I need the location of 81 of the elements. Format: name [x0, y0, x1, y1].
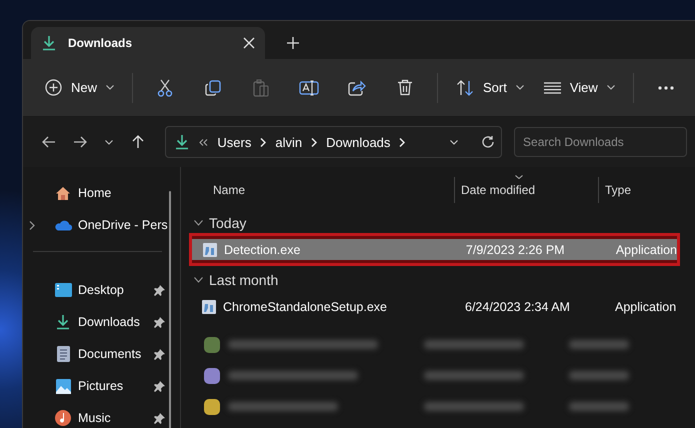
download-icon: [174, 134, 190, 150]
chevron-icon: [311, 138, 318, 146]
file-type: Application: [614, 242, 677, 256]
column-header[interactable]: Date modified: [454, 177, 598, 203]
sidebar-item[interactable]: Pictures: [23, 370, 168, 402]
pin-icon[interactable]: [154, 380, 165, 392]
breadcrumb[interactable]: Users: [217, 134, 252, 150]
search-field[interactable]: Search Downloads: [514, 127, 688, 157]
date-modified: 6/24/2023 2:34 AM: [464, 300, 571, 314]
sidebar-label: OneDrive - Pers: [78, 218, 168, 232]
download-icon: [41, 35, 57, 51]
date-modified: 7/9/2023 2:26 PM: [464, 242, 566, 256]
app-icon: [201, 298, 217, 314]
caret-icon: [450, 140, 458, 144]
sidebar-label: Documents: [78, 347, 142, 361]
close-icon[interactable]: [243, 37, 255, 49]
desktop-icon: [54, 283, 72, 297]
file-name: ChromeStandaloneSetup.exe: [223, 300, 388, 314]
music-icon: [55, 410, 71, 426]
clipboard-icon: [253, 78, 270, 96]
rename-icon: [299, 80, 320, 96]
expand-chevron-icon[interactable]: [29, 220, 35, 230]
sidebar-label: Music: [78, 411, 112, 425]
copy-icon: [205, 80, 222, 96]
more-icon: [658, 86, 674, 90]
cut-icon: [157, 78, 174, 96]
trash-icon: [397, 79, 414, 96]
sidebar-label: Downloads: [78, 315, 141, 329]
document-icon: [56, 346, 70, 362]
sidebar-item[interactable]: Desktop: [23, 274, 168, 306]
chevron-icon: [399, 138, 406, 146]
column-header[interactable]: Type: [598, 177, 695, 203]
list-view-icon: [544, 82, 561, 94]
pin-icon[interactable]: [154, 412, 165, 424]
share-icon: [348, 80, 366, 96]
plus-circle-icon: [45, 79, 62, 96]
caret-icon: [106, 85, 114, 90]
caret-icon: [516, 85, 524, 90]
sidebar-label: Home: [78, 186, 112, 200]
file-type: Application: [614, 300, 676, 314]
view-button[interactable]: View: [534, 70, 625, 106]
scrollbar[interactable]: [169, 191, 171, 428]
file-row[interactable]: Detection.exe 7/9/2023 2:26 PM Application: [192, 239, 677, 260]
sidebar-item[interactable]: OneDrive - Pers: [23, 209, 168, 241]
group-header[interactable]: Last month: [189, 270, 695, 290]
chevron-icon: [260, 138, 266, 146]
pin-icon[interactable]: [154, 348, 165, 360]
overflow-chevron-icon: [199, 138, 208, 146]
tab[interactable]: Downloads: [31, 27, 265, 59]
breadcrumb[interactable]: Downloads: [326, 134, 390, 150]
sidebar-item[interactable]: Home: [23, 177, 168, 209]
collapse-chevron-icon[interactable]: [194, 220, 203, 226]
home-icon: [55, 186, 71, 200]
left-arrow-icon: [42, 136, 56, 148]
up-arrow-icon: [132, 135, 144, 149]
new-button[interactable]: New: [35, 70, 124, 106]
collapse-chevron-icon[interactable]: [194, 277, 203, 283]
breadcrumb[interactable]: alvin: [275, 134, 302, 150]
sidebar-item[interactable]: Music: [23, 402, 168, 428]
sidebar-label: Pictures: [78, 379, 124, 393]
refresh-icon[interactable]: [481, 135, 496, 149]
sidebar-item[interactable]: Documents: [23, 338, 168, 370]
app-icon: [202, 242, 218, 258]
cloud-icon: [54, 219, 72, 231]
group-header[interactable]: Today: [189, 213, 695, 233]
pin-icon[interactable]: [154, 284, 165, 296]
column-header[interactable]: Name: [189, 177, 454, 203]
picture-icon: [56, 378, 70, 394]
file-name: Detection.exe: [224, 242, 300, 256]
address-bar[interactable]: Users alvin Downloads: [165, 126, 502, 158]
caret-icon: [606, 85, 615, 90]
sidebar-item[interactable]: Downloads: [23, 306, 168, 338]
new-tab-icon[interactable]: [287, 36, 299, 48]
sort-icon: [456, 80, 474, 96]
caret-icon: [104, 140, 113, 144]
download-icon: [55, 314, 71, 330]
file-row[interactable]: ChromeStandaloneSetup.exe 6/24/2023 2:34 AM Application: [191, 296, 678, 317]
sort-button[interactable]: Sort: [446, 70, 534, 106]
right-arrow-icon: [73, 136, 88, 148]
sidebar-label: Desktop: [78, 283, 125, 297]
pin-icon[interactable]: [154, 316, 165, 328]
